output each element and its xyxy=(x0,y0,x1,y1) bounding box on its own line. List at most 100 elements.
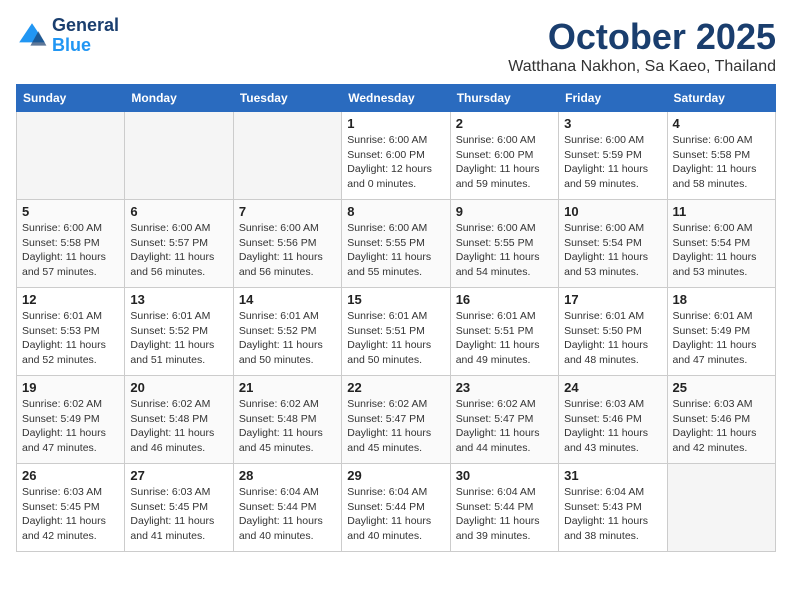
day-info: Sunrise: 6:03 AMSunset: 5:46 PMDaylight:… xyxy=(673,397,770,456)
day-number: 30 xyxy=(456,468,553,483)
weekday-header-tuesday: Tuesday xyxy=(233,85,341,112)
day-info: Sunrise: 6:00 AMSunset: 5:58 PMDaylight:… xyxy=(673,133,770,192)
day-number: 28 xyxy=(239,468,336,483)
day-number: 29 xyxy=(347,468,444,483)
day-cell: 7Sunrise: 6:00 AMSunset: 5:56 PMDaylight… xyxy=(233,200,341,288)
day-cell xyxy=(17,112,125,200)
day-cell: 2 Sunrise: 6:00 AMSunset: 6:00 PMDaylight… xyxy=(450,112,558,200)
day-number: 6 xyxy=(130,204,227,219)
week-row-5: 26Sunrise: 6:03 AMSunset: 5:45 PMDayligh… xyxy=(17,464,776,552)
day-info: Sunrise: 6:03 AMSunset: 5:45 PMDaylight:… xyxy=(22,485,119,544)
day-number: 3 xyxy=(564,116,661,131)
day-number: 16 xyxy=(456,292,553,307)
weekday-header-saturday: Saturday xyxy=(667,85,775,112)
day-cell xyxy=(667,464,775,552)
day-cell: 5Sunrise: 6:00 AMSunset: 5:58 PMDaylight… xyxy=(17,200,125,288)
day-cell: 10 Sunrise: 6:00 AMSunset: 5:54 PMDayligh… xyxy=(559,200,667,288)
day-number: 12 xyxy=(22,292,119,307)
day-number: 9 xyxy=(456,204,553,219)
day-info: Sunrise: 6:04 AMSunset: 5:44 PMDaylight:… xyxy=(347,485,444,544)
day-info: Sunrise: 6:01 AMSunset: 5:52 PMDaylight:… xyxy=(239,309,336,368)
day-number: 31 xyxy=(564,468,661,483)
day-number: 19 xyxy=(22,380,119,395)
day-cell: 3 Sunrise: 6:00 AMSunset: 5:59 PMDaylight… xyxy=(559,112,667,200)
day-info: Sunrise: 6:02 AMSunset: 5:48 PMDaylight:… xyxy=(130,397,227,456)
day-info: Sunrise: 6:00 AMSunset: 5:55 PMDaylight:… xyxy=(456,221,553,280)
day-cell: 1 Sunrise: 6:00 AMSunset: 6:00 PMDaylight… xyxy=(342,112,450,200)
day-info: Sunrise: 6:00 AMSunset: 5:59 PMDaylight:… xyxy=(564,133,661,192)
day-cell: 31Sunrise: 6:04 AMSunset: 5:43 PMDayligh… xyxy=(559,464,667,552)
month-title: October 2025 xyxy=(508,16,776,58)
day-info: Sunrise: 6:03 AMSunset: 5:46 PMDaylight:… xyxy=(564,397,661,456)
day-info: Sunrise: 6:01 AMSunset: 5:53 PMDaylight:… xyxy=(22,309,119,368)
day-number: 25 xyxy=(673,380,770,395)
calendar: SundayMondayTuesdayWednesdayThursdayFrid… xyxy=(16,84,776,552)
day-info: Sunrise: 6:00 AMSunset: 5:54 PMDaylight:… xyxy=(564,221,661,280)
day-number: 15 xyxy=(347,292,444,307)
weekday-header-wednesday: Wednesday xyxy=(342,85,450,112)
day-cell: 16 Sunrise: 6:01 AMSunset: 5:51 PMDayligh… xyxy=(450,288,558,376)
week-row-1: 1 Sunrise: 6:00 AMSunset: 6:00 PMDaylight… xyxy=(17,112,776,200)
day-cell: 22 Sunrise: 6:02 AMSunset: 5:47 PMDayligh… xyxy=(342,376,450,464)
weekday-header-sunday: Sunday xyxy=(17,85,125,112)
day-number: 27 xyxy=(130,468,227,483)
week-row-2: 5Sunrise: 6:00 AMSunset: 5:58 PMDaylight… xyxy=(17,200,776,288)
day-cell: 11 Sunrise: 6:00 AMSunset: 5:54 PMDayligh… xyxy=(667,200,775,288)
day-info: Sunrise: 6:00 AMSunset: 6:00 PMDaylight:… xyxy=(456,133,553,192)
day-cell: 8Sunrise: 6:00 AMSunset: 5:55 PMDaylight… xyxy=(342,200,450,288)
day-cell xyxy=(233,112,341,200)
weekday-header-friday: Friday xyxy=(559,85,667,112)
day-number: 2 xyxy=(456,116,553,131)
day-number: 5 xyxy=(22,204,119,219)
day-cell: 28Sunrise: 6:04 AMSunset: 5:44 PMDayligh… xyxy=(233,464,341,552)
day-cell: 9 Sunrise: 6:00 AMSunset: 5:55 PMDaylight… xyxy=(450,200,558,288)
day-cell: 26Sunrise: 6:03 AMSunset: 5:45 PMDayligh… xyxy=(17,464,125,552)
weekday-header-row: SundayMondayTuesdayWednesdayThursdayFrid… xyxy=(17,85,776,112)
day-cell: 6 Sunrise: 6:00 AMSunset: 5:57 PMDaylight… xyxy=(125,200,233,288)
title-area: October 2025 Watthana Nakhon, Sa Kaeo, T… xyxy=(508,16,776,76)
header: General Blue October 2025 Watthana Nakho… xyxy=(16,16,776,76)
day-info: Sunrise: 6:00 AMSunset: 6:00 PMDaylight:… xyxy=(347,133,444,192)
week-row-4: 19 Sunrise: 6:02 AMSunset: 5:49 PMDayligh… xyxy=(17,376,776,464)
logo-icon xyxy=(16,20,48,52)
day-info: Sunrise: 6:02 AMSunset: 5:49 PMDaylight:… xyxy=(22,397,119,456)
day-info: Sunrise: 6:04 AMSunset: 5:44 PMDaylight:… xyxy=(456,485,553,544)
day-cell: 24Sunrise: 6:03 AMSunset: 5:46 PMDayligh… xyxy=(559,376,667,464)
day-cell: 12 Sunrise: 6:01 AMSunset: 5:53 PMDayligh… xyxy=(17,288,125,376)
day-number: 8 xyxy=(347,204,444,219)
day-number: 1 xyxy=(347,116,444,131)
day-info: Sunrise: 6:00 AMSunset: 5:57 PMDaylight:… xyxy=(130,221,227,280)
day-cell: 21 Sunrise: 6:02 AMSunset: 5:48 PMDayligh… xyxy=(233,376,341,464)
day-cell: 17Sunrise: 6:01 AMSunset: 5:50 PMDayligh… xyxy=(559,288,667,376)
day-number: 13 xyxy=(130,292,227,307)
logo-general: General xyxy=(52,16,119,36)
day-number: 17 xyxy=(564,292,661,307)
day-info: Sunrise: 6:03 AMSunset: 5:45 PMDaylight:… xyxy=(130,485,227,544)
day-number: 11 xyxy=(673,204,770,219)
day-cell xyxy=(125,112,233,200)
day-cell: 15Sunrise: 6:01 AMSunset: 5:51 PMDayligh… xyxy=(342,288,450,376)
day-cell: 13Sunrise: 6:01 AMSunset: 5:52 PMDayligh… xyxy=(125,288,233,376)
day-info: Sunrise: 6:01 AMSunset: 5:49 PMDaylight:… xyxy=(673,309,770,368)
day-info: Sunrise: 6:00 AMSunset: 5:54 PMDaylight:… xyxy=(673,221,770,280)
day-number: 20 xyxy=(130,380,227,395)
week-row-3: 12 Sunrise: 6:01 AMSunset: 5:53 PMDayligh… xyxy=(17,288,776,376)
day-cell: 30 Sunrise: 6:04 AMSunset: 5:44 PMDayligh… xyxy=(450,464,558,552)
day-cell: 29 Sunrise: 6:04 AMSunset: 5:44 PMDayligh… xyxy=(342,464,450,552)
day-cell: 20 Sunrise: 6:02 AMSunset: 5:48 PMDayligh… xyxy=(125,376,233,464)
day-number: 7 xyxy=(239,204,336,219)
day-info: Sunrise: 6:02 AMSunset: 5:48 PMDaylight:… xyxy=(239,397,336,456)
location-title: Watthana Nakhon, Sa Kaeo, Thailand xyxy=(508,58,776,76)
day-number: 21 xyxy=(239,380,336,395)
day-number: 14 xyxy=(239,292,336,307)
day-info: Sunrise: 6:02 AMSunset: 5:47 PMDaylight:… xyxy=(347,397,444,456)
logo-blue: Blue xyxy=(52,36,119,56)
day-cell: 23 Sunrise: 6:02 AMSunset: 5:47 PMDayligh… xyxy=(450,376,558,464)
day-number: 23 xyxy=(456,380,553,395)
day-number: 18 xyxy=(673,292,770,307)
day-number: 10 xyxy=(564,204,661,219)
day-info: Sunrise: 6:01 AMSunset: 5:51 PMDaylight:… xyxy=(456,309,553,368)
day-info: Sunrise: 6:02 AMSunset: 5:47 PMDaylight:… xyxy=(456,397,553,456)
day-cell: 25 Sunrise: 6:03 AMSunset: 5:46 PMDayligh… xyxy=(667,376,775,464)
day-number: 22 xyxy=(347,380,444,395)
